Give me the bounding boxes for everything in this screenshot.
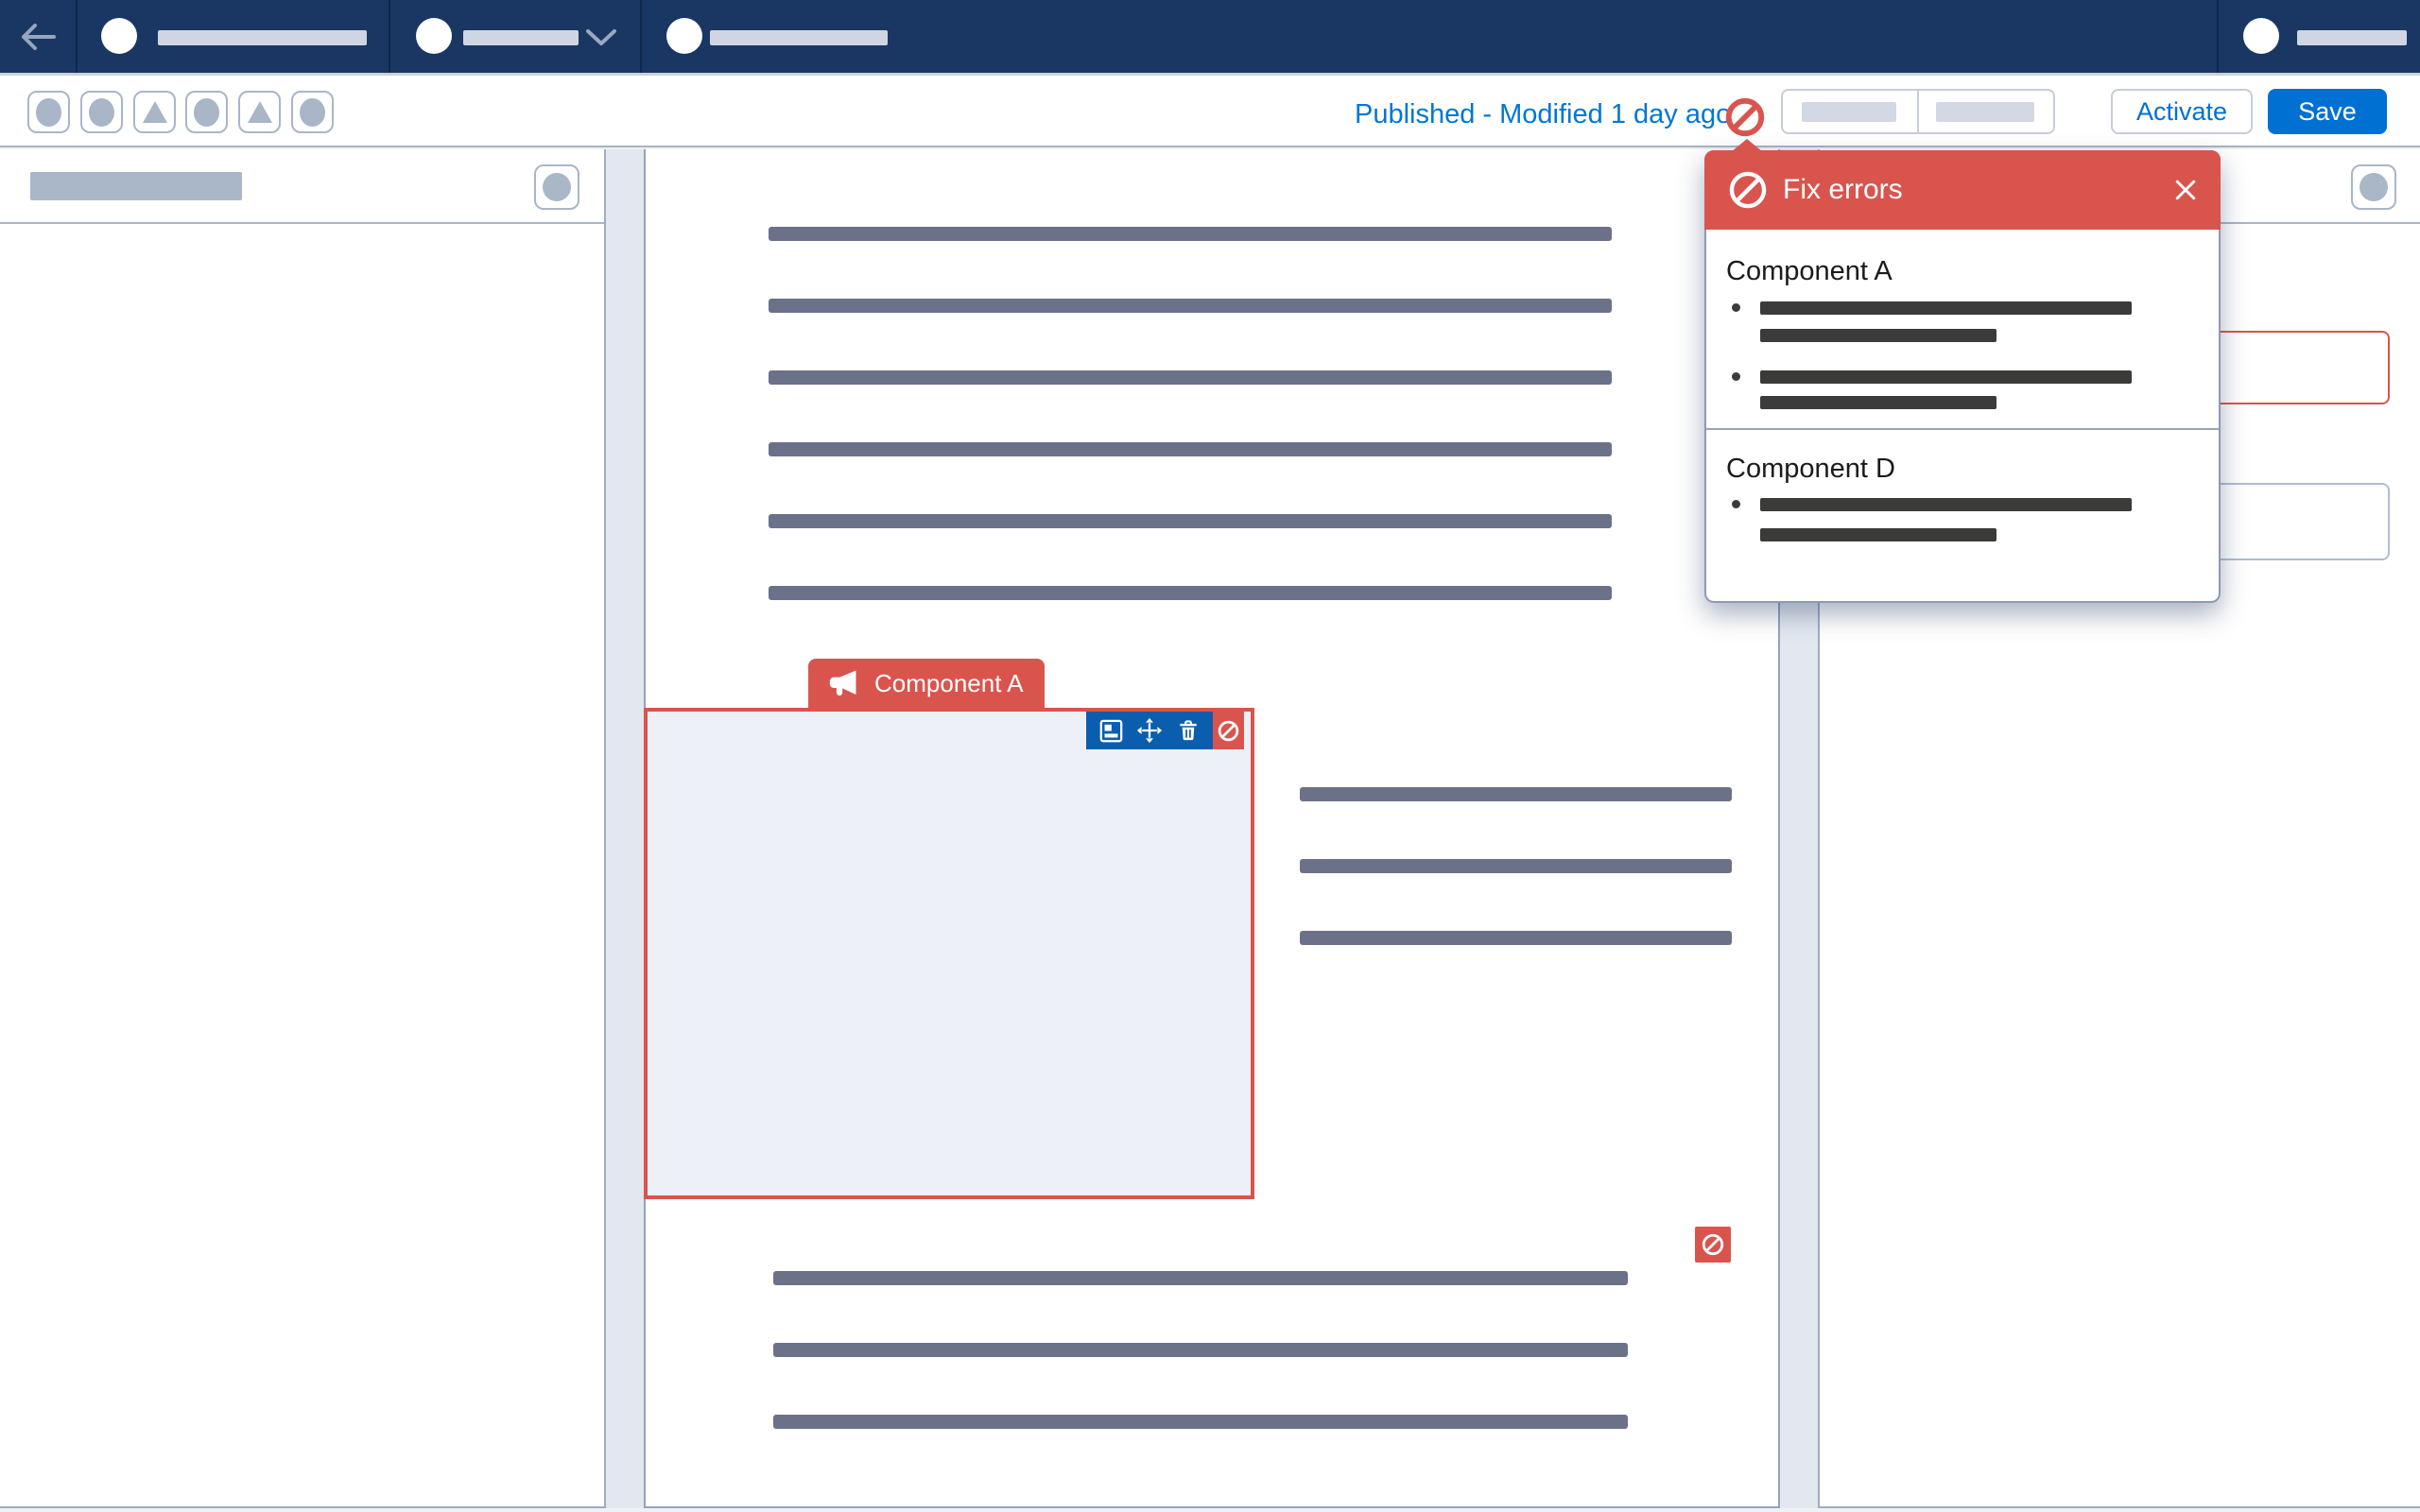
close-icon bbox=[2171, 176, 2200, 204]
placeholder-text-line bbox=[769, 586, 1612, 600]
preview-button-group bbox=[1781, 89, 2055, 134]
placeholder-text-line bbox=[769, 514, 1612, 528]
back-arrow-icon bbox=[16, 20, 60, 54]
nav-item-secondary[interactable] bbox=[644, 0, 927, 73]
component-actions bbox=[1086, 712, 1213, 749]
fix-errors-popover: Fix errors Component A Component D bbox=[1704, 150, 2221, 603]
preview-option-1[interactable] bbox=[1783, 91, 1919, 132]
tool-button-2[interactable] bbox=[80, 91, 123, 133]
preview-option-2[interactable] bbox=[1919, 91, 2053, 132]
placeholder-text bbox=[710, 30, 888, 45]
layout-icon bbox=[1098, 718, 1124, 744]
placeholder-text-line bbox=[769, 299, 1612, 313]
component-action-chip bbox=[1086, 712, 1244, 749]
placeholder-text-line bbox=[769, 227, 1612, 241]
circle-icon bbox=[543, 173, 571, 201]
popover-title: Fix errors bbox=[1783, 174, 1903, 206]
error-section-title: Component D bbox=[1726, 454, 1895, 485]
nav-item-primary[interactable] bbox=[78, 0, 390, 73]
builder-app: Published - Modified 1 day ago Activate … bbox=[0, 0, 2420, 1512]
prohibited-icon bbox=[1727, 169, 1769, 211]
component-layout-button[interactable] bbox=[1097, 716, 1125, 745]
error-placeholder-line bbox=[1760, 528, 1996, 541]
component-error-badge[interactable] bbox=[1695, 1227, 1731, 1263]
circle-icon bbox=[194, 98, 219, 127]
chevron-down-icon bbox=[584, 27, 618, 48]
placeholder-text-line bbox=[769, 370, 1612, 385]
panel-collapse-button[interactable] bbox=[534, 164, 579, 210]
error-placeholder-line bbox=[1760, 329, 1996, 342]
trash-icon bbox=[1176, 718, 1201, 743]
tool-button-5[interactable] bbox=[238, 91, 281, 133]
tool-button-6[interactable] bbox=[291, 91, 334, 133]
workspace-switcher[interactable] bbox=[392, 0, 642, 73]
builder-toolbar bbox=[0, 76, 2420, 147]
save-button[interactable]: Save bbox=[2268, 89, 2387, 134]
activate-button[interactable]: Activate bbox=[2111, 89, 2253, 134]
placeholder-text-line bbox=[773, 1343, 1628, 1357]
placeholder-text-line bbox=[1300, 787, 1732, 801]
search-placeholder bbox=[30, 172, 242, 200]
popover-header: Fix errors bbox=[1704, 150, 2221, 230]
placeholder-bar bbox=[1802, 102, 1896, 122]
circle-icon bbox=[89, 98, 114, 127]
avatar bbox=[2243, 18, 2279, 54]
placeholder-text bbox=[2297, 30, 2407, 45]
prohibited-icon bbox=[1217, 719, 1240, 743]
bullet-dot bbox=[1732, 372, 1740, 381]
component-delete-button[interactable] bbox=[1174, 716, 1202, 745]
error-placeholder-line bbox=[1760, 498, 2132, 511]
triangle-icon bbox=[248, 101, 272, 123]
avatar bbox=[416, 18, 452, 54]
panel-collapse-button[interactable] bbox=[2351, 164, 2396, 210]
error-placeholder-line bbox=[1760, 396, 1996, 409]
app-header bbox=[0, 0, 2420, 76]
component-label: Component A bbox=[874, 669, 1024, 698]
error-placeholder-line bbox=[1760, 301, 2132, 315]
move-icon bbox=[1136, 717, 1163, 744]
popover-divider bbox=[1706, 428, 2219, 430]
component-move-button[interactable] bbox=[1135, 716, 1164, 745]
placeholder-text bbox=[158, 30, 367, 45]
circle-icon bbox=[2360, 173, 2388, 201]
triangle-icon bbox=[143, 101, 167, 123]
avatar bbox=[666, 18, 702, 54]
tool-button-4[interactable] bbox=[185, 91, 228, 133]
placeholder-text-line bbox=[1300, 859, 1732, 873]
circle-icon bbox=[300, 98, 325, 127]
megaphone-icon bbox=[827, 667, 859, 699]
placeholder-text-line bbox=[773, 1415, 1628, 1429]
prohibited-icon bbox=[1701, 1232, 1725, 1257]
avatar bbox=[101, 18, 137, 54]
bullet-dot bbox=[1732, 500, 1740, 508]
page-canvas: Component A bbox=[644, 149, 1780, 1508]
selected-component[interactable] bbox=[644, 708, 1254, 1199]
placeholder-text bbox=[463, 30, 579, 45]
components-panel bbox=[0, 149, 606, 1508]
publish-status: Published - Modified 1 day ago bbox=[1355, 99, 1731, 130]
error-section-title: Component A bbox=[1726, 256, 1893, 287]
components-panel-header bbox=[0, 149, 604, 224]
tool-button-3[interactable] bbox=[133, 91, 176, 133]
error-placeholder-line bbox=[1760, 370, 2132, 384]
placeholder-text-line bbox=[769, 442, 1612, 456]
placeholder-text-line bbox=[773, 1271, 1628, 1285]
bullet-dot bbox=[1732, 303, 1740, 312]
view-errors-button[interactable] bbox=[1720, 93, 1770, 142]
tool-button-1[interactable] bbox=[27, 91, 70, 133]
popover-close-button[interactable] bbox=[2171, 176, 2200, 204]
placeholder-bar bbox=[1936, 102, 2034, 122]
prohibited-icon bbox=[1724, 96, 1766, 138]
placeholder-text-line bbox=[1300, 931, 1732, 945]
canvas-gutter-left bbox=[606, 149, 644, 1508]
user-profile[interactable] bbox=[2217, 0, 2420, 73]
circle-icon bbox=[36, 98, 61, 127]
component-label-badge: Component A bbox=[808, 659, 1045, 708]
back-button[interactable] bbox=[0, 0, 78, 73]
component-error-indicator[interactable] bbox=[1213, 712, 1244, 749]
